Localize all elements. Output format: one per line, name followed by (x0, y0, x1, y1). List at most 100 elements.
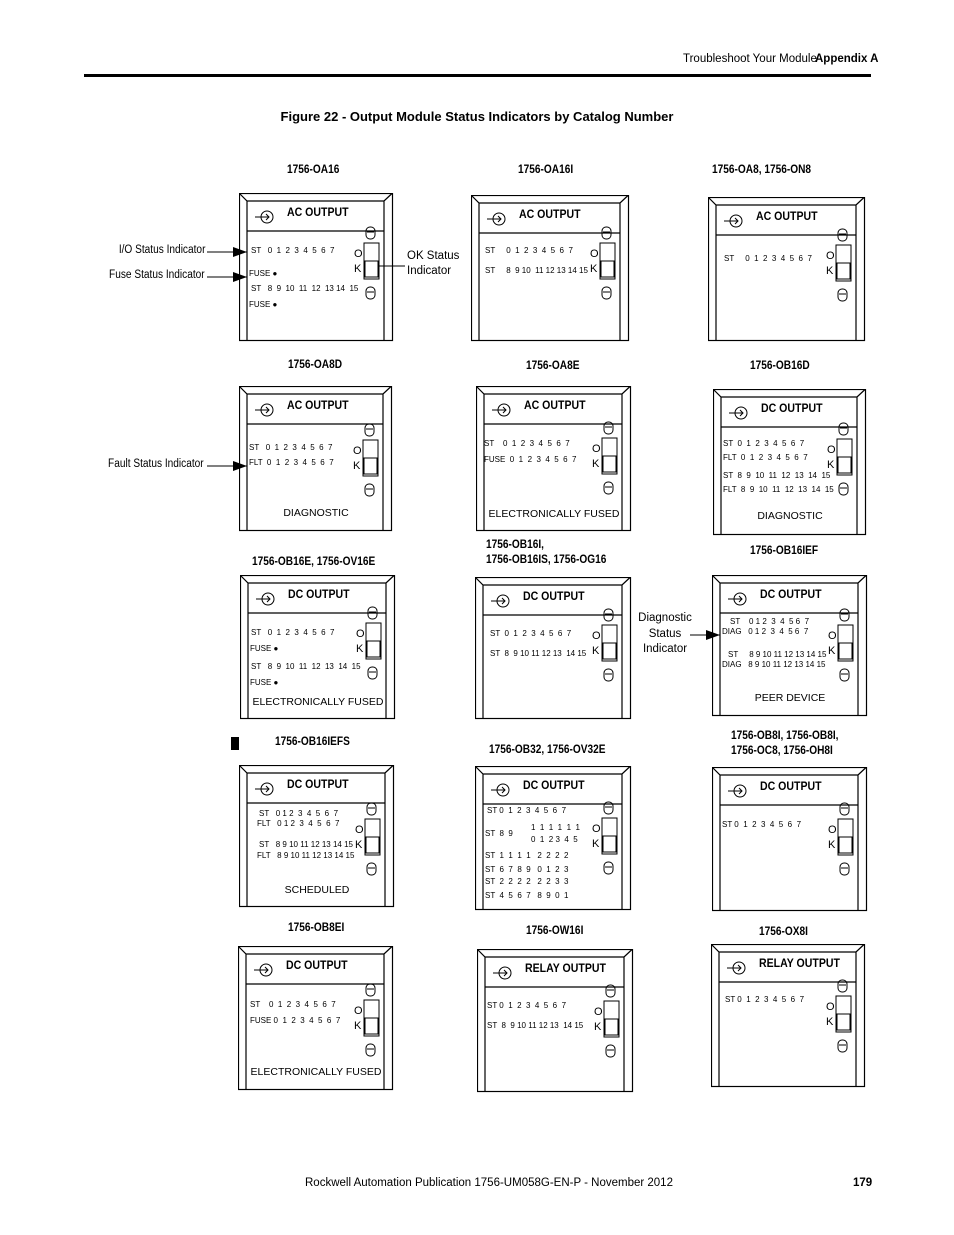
output-arrow-icon (255, 406, 270, 414)
ok-letter: O (828, 630, 837, 642)
status-indicator-row: ST 0 1 2 3 4 5 6 7 (723, 439, 805, 448)
latch-bottom-icon (603, 481, 614, 495)
status-indicator-row: FUSE ● (249, 300, 278, 309)
module-catalog-label: 1756-OB8I, 1756-OB8I, 1756-OC8, 1756-OH8I (731, 729, 838, 759)
module-title: DC OUTPUT (761, 402, 823, 415)
module-footer-label: PEER DEVICE (755, 692, 826, 704)
module-catalog-label: 1756-OB16E, 1756-OV16E (252, 555, 375, 570)
ok-letter: O (592, 443, 601, 455)
status-indicator-row: FUSE ● (249, 269, 278, 278)
status-indicator-row: FUSE 0 1 2 3 4 5 6 7 (484, 455, 577, 464)
ok-letter: K (356, 643, 364, 655)
latch-top-icon (839, 608, 850, 622)
module-diagram: AC OUTPUT ST 0 1 2 3 4 5 6 7 FUSE 0 1 2 3 … (476, 386, 632, 532)
ok-letter: O (354, 1005, 363, 1017)
status-indicator-row: ST 8 9 10 11 12 13 14 15 (723, 471, 831, 480)
status-indicator-row: ST 8 9 10 11 12 13 14 15 (490, 649, 587, 658)
module-title: AC OUTPUT (287, 399, 349, 412)
output-arrow-icon (487, 215, 502, 223)
latch-top-icon (365, 983, 376, 997)
module-footer-label: ELECTRONICALLY FUSED (489, 508, 620, 520)
output-arrow-icon (727, 964, 742, 972)
status-indicator-row: ST 8 9 10 11 12 13 14 15 (728, 650, 827, 659)
module-diagram: AC OUTPUT ST 0 1 2 3 4 5 6 7 OK (708, 197, 866, 342)
ok-letter: O (826, 1001, 835, 1013)
ok-letter: O (827, 444, 836, 456)
ok-letter: K (828, 839, 836, 851)
module-title: DC OUTPUT (523, 590, 585, 603)
status-indicator-row: ST 0 1 2 3 4 5 6 7 (259, 809, 339, 818)
catalog-number: 1756-OB16IEF (750, 545, 819, 557)
latch-bottom-icon (367, 666, 378, 680)
status-indicator-row: ST 0 1 2 3 4 5 6 7 (487, 1001, 567, 1010)
ok-letter: K (826, 1016, 834, 1028)
module-catalog-label: 1756-OX8I (759, 925, 808, 940)
module-diagram: DC OUTPUT ST 0 1 2 3 4 5 6 7 OK (712, 767, 868, 912)
module-diagram: AC OUTPUT ST 0 1 2 3 4 5 6 7 FUSE ● ST 8 9 … (239, 193, 394, 342)
ok-letter: K (827, 459, 835, 471)
module-catalog-label: 1756-OA16I (518, 163, 573, 178)
catalog-number: 1756-OB32, 1756-OV32E (489, 744, 606, 756)
module-title: DC OUTPUT (286, 959, 348, 972)
ok-letter: O (592, 823, 601, 835)
module-catalog-label: 1756-OB16IEF (750, 544, 818, 559)
output-arrow-icon (728, 595, 743, 603)
status-indicator-row: ST 8 9 10 11 12 13 14 15 (259, 840, 354, 849)
status-indicator-row: ST 0 1 2 3 4 5 6 7 (724, 254, 812, 263)
module-diagram: DC OUTPUT ST 0 1 2 3 4 5 6 7DIAG 0 1 2 3 … (712, 575, 868, 717)
module-title: DC OUTPUT (760, 780, 822, 793)
status-indicator-row: ST 1 1 1 1 2 2 2 2 (485, 851, 569, 860)
status-indicator-row: ST 8 9 10 11 12 13 14 15 (485, 266, 588, 275)
output-arrow-icon (729, 409, 744, 417)
module-catalog-label: 1756-OA8, 1756-ON8 (712, 163, 811, 178)
latch-bottom-icon (837, 288, 848, 302)
status-indicator-row: DIAG 0 1 2 3 4 5 6 7 (722, 627, 809, 636)
ok-letter: K (592, 458, 600, 470)
status-indicator-row: ST 8 9 10 11 12 13 14 15 (251, 662, 361, 671)
status-indicator-row: ST 0 1 2 3 4 5 6 7 (251, 628, 335, 637)
module-title: DC OUTPUT (523, 779, 585, 792)
catalog-number: 1756-OB16IS, 1756-OG16 (486, 554, 607, 566)
ok-letter: K (592, 645, 600, 657)
status-indicator-row: ST 0 1 2 3 4 5 6 7 (730, 617, 810, 626)
status-indicator-row: ST 8 9 (485, 829, 513, 838)
module-title: AC OUTPUT (519, 208, 581, 221)
ok-letter: K (826, 265, 834, 277)
catalog-number: 1756-OA8, 1756-ON8 (712, 164, 812, 176)
ok-letter: K (828, 645, 836, 657)
latch-bottom-icon (837, 1039, 848, 1053)
status-indicator-row: ST 0 1 2 3 4 5 6 7 (251, 246, 335, 255)
latch-bottom-icon (838, 482, 849, 496)
catalog-number: 1756-OA16 (287, 164, 340, 176)
module-catalog-label: 1756-OB16IEFS (275, 735, 350, 750)
ok-letter: O (826, 250, 835, 262)
footer-page-number: 179 (853, 1177, 873, 1189)
ok-letter: O (592, 630, 601, 642)
status-indicator-row: ST 0 1 2 3 4 5 6 7 (725, 995, 805, 1004)
module-catalog-label: 1756-OB32, 1756-OV32E (489, 743, 605, 758)
catalog-number: 1756-OW16I (526, 925, 584, 937)
latch-bottom-icon (839, 668, 850, 682)
status-indicator-row: ST 2 2 2 2 2 2 3 3 (485, 877, 569, 886)
catalog-number: 1756-OA16I (518, 164, 574, 176)
catalog-number: 1756-OB8I, 1756-OB8I, (731, 730, 839, 742)
module-title: AC OUTPUT (524, 399, 586, 412)
output-arrow-icon (493, 969, 508, 977)
catalog-number: 1756-OB16E, 1756-OV16E (252, 556, 376, 568)
ok-letter: O (354, 248, 363, 260)
latch-bottom-icon (364, 483, 375, 497)
latch-top-icon (366, 802, 377, 816)
output-arrow-icon (492, 406, 507, 414)
footer-publication: Rockwell Automation Publication 1756-UM0… (305, 1177, 673, 1189)
document-page: Troubleshoot Your Module Appendix A Figu… (0, 0, 954, 1235)
latch-bottom-icon (605, 1044, 616, 1058)
status-indicator-row: ST 8 9 10 11 12 13 14 15 (251, 284, 359, 293)
catalog-number: 1756-OB16I, (486, 539, 544, 551)
catalog-number: 1756-OB16IEFS (275, 736, 350, 748)
status-indicator-row: FLT 0 1 2 3 4 5 6 7 (249, 458, 334, 467)
ok-letter: K (590, 263, 598, 275)
status-indicator-row: FLT 0 1 2 3 4 5 6 7 (257, 819, 340, 828)
status-indicator-row: ST 4 5 6 7 8 9 0 1 (485, 891, 569, 900)
module-catalog-label: 1756-OB16I, 1756-OB16IS, 1756-OG16 (486, 538, 606, 568)
catalog-number: 1756-OB8EI (288, 922, 345, 934)
